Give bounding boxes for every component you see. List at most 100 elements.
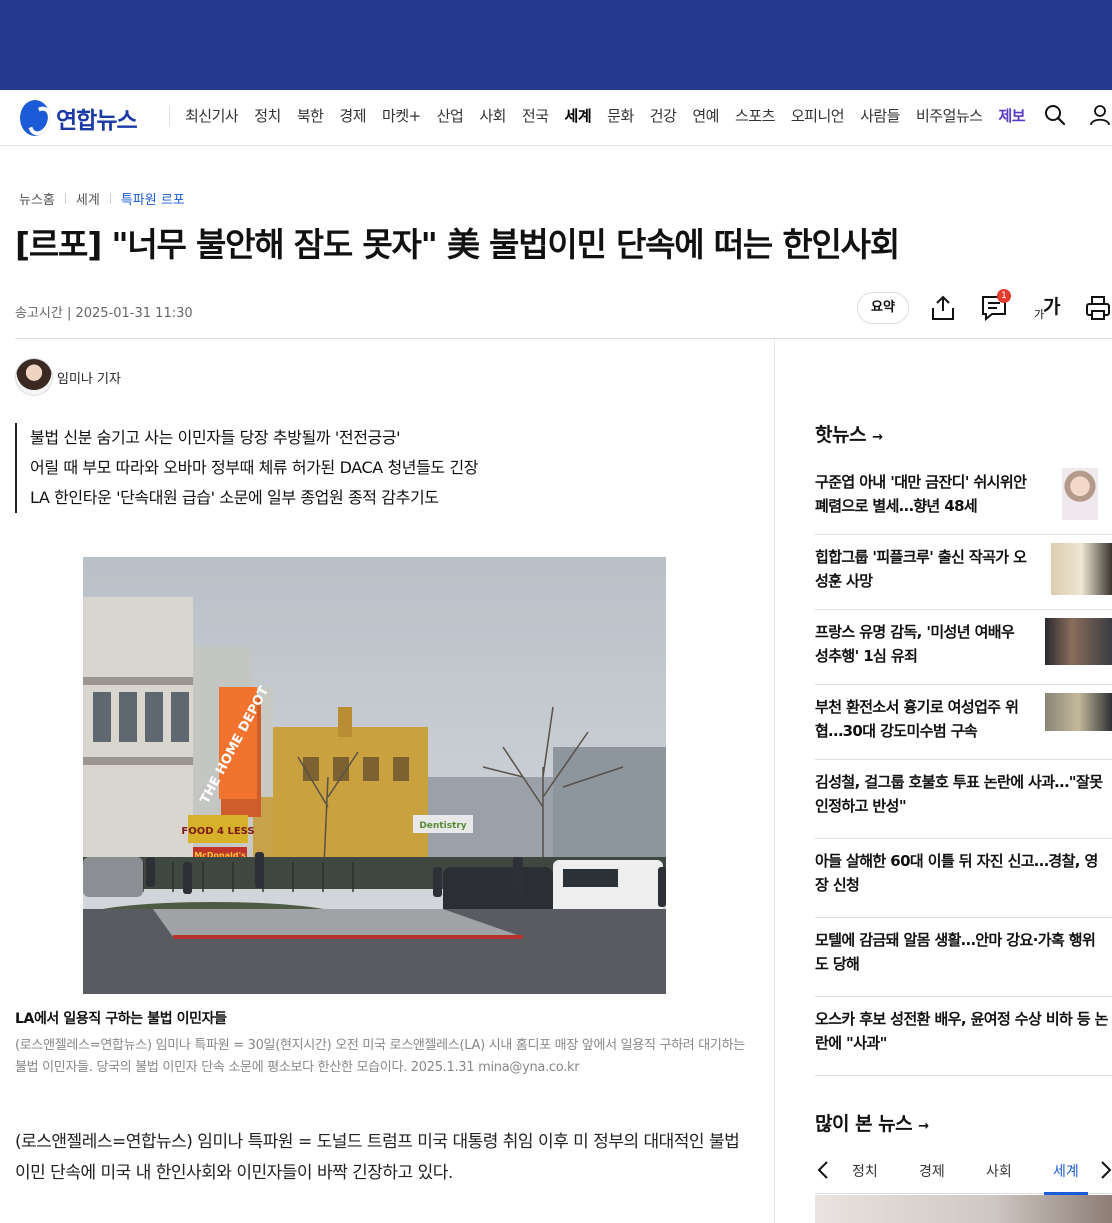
hot-news-headline: 오스카 후보 성전환 배우, 윤여정 수상 비하 등 논 란에 "사과"	[815, 1007, 1112, 1055]
column-divider	[774, 339, 775, 1223]
photo-caption: LA에서 일용직 구하는 불법 이민자들	[15, 1011, 227, 1027]
hot-news-item[interactable]: 김성철, 걸그룹 호불호 투표 논란에 사과…"잘못 인정하고 반성"	[815, 760, 1112, 839]
menu-item-report[interactable]: 제보	[999, 105, 1026, 126]
hot-news-headline: 아들 살해한 60대 이틀 뒤 자진 신고…경찰, 영 장 신청	[815, 849, 1112, 897]
user-icon[interactable]	[1088, 103, 1112, 127]
article-summary: 불법 신분 숨기고 사는 이민자들 당장 추방될까 '전전긍긍' 어릴 때 부모…	[15, 423, 478, 513]
hot-news-section: 핫뉴스 → 구준엽 아내 '대만 금잔디' 쉬시위안 폐렴으로 별세…향년 48…	[815, 420, 1112, 1076]
hot-news-thumbnail	[1051, 543, 1112, 595]
menu-item-people[interactable]: 사람들	[860, 105, 900, 126]
headline-line: 오스카 후보 성전환 배우, 윤여정 수상 비하 등 논	[815, 1010, 1108, 1028]
headline-line: 김성철, 걸그룹 호불호 투표 논란에 사과…"잘못	[815, 773, 1103, 791]
hot-news-thumbnail	[1045, 693, 1112, 731]
hot-news-item[interactable]: 프랑스 유명 감독, '미성년 여배우 성추행' 1심 유죄	[815, 610, 1112, 685]
menu-item-politics[interactable]: 정치	[254, 105, 281, 126]
article-headline: [르포] "너무 불안해 잠도 못자" 美 불법이민 단속에 떠는 한인사회	[15, 225, 900, 264]
hot-news-headline: 김성철, 걸그룹 호불호 투표 논란에 사과…"잘못 인정하고 반성"	[815, 770, 1112, 818]
print-icon[interactable]	[1084, 294, 1112, 322]
logo[interactable]: 연합뉴스	[20, 99, 138, 137]
chevron-right-icon[interactable]	[1098, 1159, 1112, 1181]
tab-economy[interactable]: 경제	[919, 1161, 945, 1181]
summary-button[interactable]: 요약	[857, 292, 909, 324]
menu-item-latest[interactable]: 최신기사	[185, 105, 239, 126]
global-nav: 연합뉴스 최신기사 정치 북한 경제 마켓+ 산업 사회 전국 세계 문화 건강…	[0, 90, 1112, 146]
reporter-name[interactable]: 임미나 기자	[57, 368, 121, 387]
summary-line: 어릴 때 부모 따라와 오바마 정부때 체류 허가된 DACA 청년들도 긴장	[30, 458, 479, 477]
article-photo[interactable]: THE HOME DEPOT FOOD 4 LESS McDonald's De…	[83, 557, 666, 994]
menu-item-opinion[interactable]: 오피니언	[791, 105, 845, 126]
most-viewed-tabs: 정치 경제 사회 세계	[815, 1148, 1112, 1195]
menu-item-economy[interactable]: 경제	[339, 105, 366, 126]
breadcrumb-separator	[109, 193, 111, 204]
chevron-left-icon[interactable]	[815, 1159, 831, 1181]
share-icon[interactable]	[929, 294, 957, 322]
ad-banner[interactable]	[0, 0, 1112, 90]
headline-line: 장 신청	[815, 876, 860, 894]
most-viewed-thumbnail[interactable]	[815, 1195, 1112, 1223]
hot-news-headline: 모텔에 감금돼 알몸 생활…안마 강요·가혹 행위 도 당해	[815, 928, 1112, 976]
breadcrumb-separator	[64, 193, 66, 204]
hot-news-thumbnail	[1045, 618, 1112, 665]
menu-item-nation[interactable]: 전국	[522, 105, 549, 126]
most-viewed-title[interactable]: 많이 본 뉴스 →	[815, 1109, 929, 1136]
breadcrumb-world[interactable]: 세계	[76, 189, 100, 208]
tab-politics[interactable]: 정치	[852, 1161, 878, 1181]
hot-news-item[interactable]: 모텔에 감금돼 알몸 생활…안마 강요·가혹 행위 도 당해	[815, 918, 1112, 997]
summary-line: 불법 신분 숨기고 사는 이민자들 당장 추방될까 '전전긍긍'	[30, 428, 401, 447]
reporter-avatar[interactable]	[15, 358, 53, 396]
headline-line: 폐렴으로 별세…향년 48세	[815, 497, 978, 515]
headline-line: 부천 환전소서 흉기로 여성업주 위	[815, 698, 1019, 716]
headline-line: 협…30대 강도미수범 구속	[815, 722, 978, 740]
headline-line: 란에 "사과"	[815, 1034, 887, 1052]
font-size-icon[interactable]: 가 가	[1034, 294, 1066, 322]
nav-divider	[169, 106, 170, 126]
hot-news-thumbnail	[1062, 468, 1098, 520]
menu-item-market[interactable]: 마켓+	[382, 105, 421, 126]
search-icon[interactable]	[1044, 104, 1066, 126]
article-body: (로스앤젤레스=연합뉴스) 임미나 특파원 = 도널드 트럼프 미국 대통령 취…	[15, 1132, 740, 1183]
photo-illustration: THE HOME DEPOT FOOD 4 LESS McDonald's De…	[83, 557, 666, 994]
breadcrumb-current[interactable]: 특파원 르포	[121, 189, 185, 208]
hot-news-item[interactable]: 구준엽 아내 '대만 금잔디' 쉬시위안 폐렴으로 별세…향년 48세	[815, 460, 1112, 535]
hot-news-headline: 힙합그룹 '피플크루' 출신 작곡가 오 성훈 사망	[815, 545, 1045, 593]
menu-item-industry[interactable]: 산업	[437, 105, 464, 126]
menu-item-culture[interactable]: 문화	[607, 105, 634, 126]
publish-time: 송고시간 | 2025-01-31 11:30	[15, 306, 193, 321]
main-menu: 최신기사 정치 북한 경제 마켓+ 산업 사회 전국 세계 문화 건강 연예 스…	[185, 90, 1041, 140]
summary-line: LA 한인타운 '단속대원 급습' 소문에 일부 종업원 종적 감추기도	[30, 488, 439, 507]
hot-news-headline: 구준엽 아내 '대만 금잔디' 쉬시위안 폐렴으로 별세…향년 48세	[815, 470, 1045, 518]
photo-description: (로스앤젤레스=연합뉴스) 임미나 특파원 = 30일(현지시간) 오전 미국 …	[15, 1038, 745, 1075]
headline-line: 모텔에 감금돼 알몸 생활…안마 강요·가혹 행위	[815, 931, 1096, 949]
hot-news-headline: 프랑스 유명 감독, '미성년 여배우 성추행' 1심 유죄	[815, 620, 1035, 668]
logo-text: 연합뉴스	[56, 108, 138, 134]
menu-item-north-korea[interactable]: 북한	[297, 105, 324, 126]
photo-food-sign: FOOD 4 LESS	[181, 826, 254, 837]
comment-count-badge: 1	[997, 289, 1011, 303]
hot-news-item[interactable]: 아들 살해한 60대 이틀 뒤 자진 신고…경찰, 영 장 신청	[815, 839, 1112, 918]
hot-news-item[interactable]: 오스카 후보 성전환 배우, 윤여정 수상 비하 등 논 란에 "사과"	[815, 997, 1112, 1076]
headline-line: 프랑스 유명 감독, '미성년 여배우	[815, 623, 1015, 641]
headline-line: 아들 살해한 60대 이틀 뒤 자진 신고…경찰, 영	[815, 852, 1098, 870]
font-size-big-label: 가	[1043, 296, 1061, 318]
hot-news-title-text: 핫뉴스	[815, 424, 866, 446]
menu-item-entertainment[interactable]: 연예	[692, 105, 719, 126]
headline-line: 인정하고 반성"	[815, 797, 907, 815]
menu-item-sports[interactable]: 스포츠	[735, 105, 775, 126]
menu-item-visual-news[interactable]: 비주얼뉴스	[916, 105, 983, 126]
menu-item-world[interactable]: 세계	[565, 105, 592, 126]
arrow-right-icon: →	[872, 430, 883, 445]
menu-item-society[interactable]: 사회	[479, 105, 506, 126]
hot-news-item[interactable]: 부천 환전소서 흉기로 여성업주 위 협…30대 강도미수범 구속	[815, 685, 1112, 760]
headline-line: 성훈 사망	[815, 572, 873, 590]
most-viewed-title-text: 많이 본 뉴스	[815, 1113, 913, 1135]
tab-society[interactable]: 사회	[986, 1161, 1012, 1181]
tab-world[interactable]: 세계	[1053, 1161, 1079, 1181]
arrow-right-icon: →	[918, 1119, 929, 1134]
hot-news-title[interactable]: 핫뉴스 →	[815, 420, 1112, 447]
hot-news-headline: 부천 환전소서 흉기로 여성업주 위 협…30대 강도미수범 구속	[815, 695, 1040, 743]
headline-line: 성추행' 1심 유죄	[815, 647, 918, 665]
photo-dentist-sign: Dentistry	[419, 821, 466, 831]
menu-item-health[interactable]: 건강	[650, 105, 677, 126]
hot-news-item[interactable]: 힙합그룹 '피플크루' 출신 작곡가 오 성훈 사망	[815, 535, 1112, 610]
breadcrumb-home[interactable]: 뉴스홈	[19, 189, 55, 208]
